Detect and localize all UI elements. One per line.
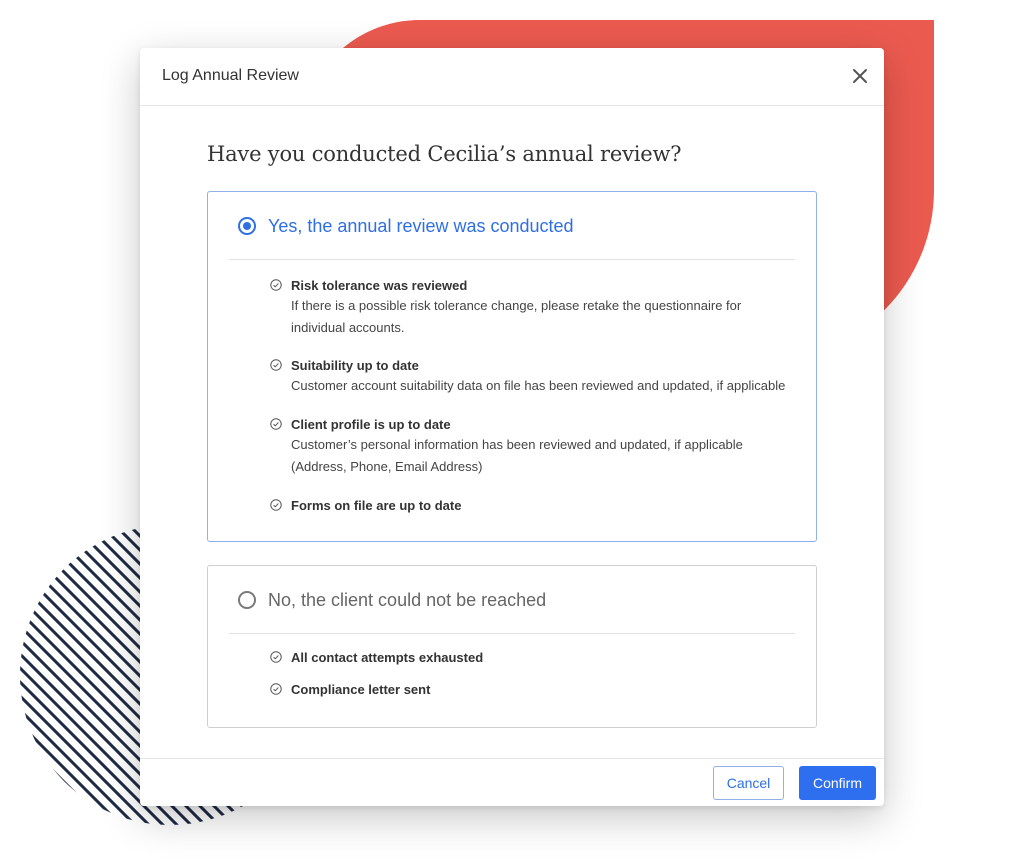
divider	[229, 259, 795, 260]
check-circle-icon	[270, 651, 282, 663]
log-annual-review-modal: Log Annual Review Have you conducted Cec…	[140, 48, 884, 806]
option-yes-radio[interactable]	[238, 217, 256, 235]
checklist-item-contact-attempts: All contact attempts exhausted	[270, 649, 483, 667]
item-title: Forms on file are up to date	[291, 498, 462, 513]
checklist-item-compliance-letter: Compliance letter sent	[270, 681, 430, 699]
check-circle-icon	[270, 683, 282, 695]
divider	[229, 633, 795, 634]
checklist-item-risk-tolerance: Risk tolerance was reviewed If there is …	[270, 277, 801, 339]
stripe-line	[20, 525, 54, 825]
modal-title: Log Annual Review	[162, 67, 299, 84]
item-description-line: If there is a possible risk tolerance ch…	[291, 298, 742, 313]
item-title: Suitability up to date	[291, 358, 419, 373]
modal-footer: Cancel Confirm	[140, 758, 884, 807]
stripe-line	[20, 525, 26, 825]
item-description-line: individual accounts.	[291, 320, 405, 335]
checklist-item-forms: Forms on file are up to date	[270, 497, 461, 515]
option-yes-card[interactable]: Yes, the annual review was conducted Ris…	[207, 191, 817, 542]
item-description-line: Customer account suitability data on fil…	[291, 378, 786, 393]
close-icon[interactable]	[850, 66, 870, 86]
check-circle-icon	[270, 359, 282, 371]
modal-header: Log Annual Review	[140, 48, 884, 106]
item-description-line: (Address, Phone, Email Address)	[291, 459, 483, 474]
item-title: All contact attempts exhausted	[291, 650, 484, 665]
item-title: Risk tolerance was reviewed	[291, 278, 468, 293]
option-no-card[interactable]: No, the client could not be reached All …	[207, 565, 817, 728]
confirm-button[interactable]: Confirm	[799, 766, 876, 800]
checklist-item-client-profile: Client profile is up to date Customer’s …	[270, 416, 801, 478]
item-description-line: Customer’s personal information has been…	[291, 437, 743, 452]
item-title: Client profile is up to date	[291, 417, 451, 432]
option-no-radio[interactable]	[238, 591, 256, 609]
cancel-button[interactable]: Cancel	[713, 766, 784, 800]
option-no-label[interactable]: No, the client could not be reached	[268, 590, 546, 611]
check-circle-icon	[270, 418, 282, 430]
check-circle-icon	[270, 499, 282, 511]
item-title: Compliance letter sent	[291, 682, 431, 697]
checklist-item-suitability: Suitability up to date Customer account …	[270, 357, 801, 397]
option-yes-label[interactable]: Yes, the annual review was conducted	[268, 216, 574, 237]
review-question: Have you conducted Cecilia’s annual revi…	[207, 142, 682, 166]
check-circle-icon	[270, 279, 282, 291]
